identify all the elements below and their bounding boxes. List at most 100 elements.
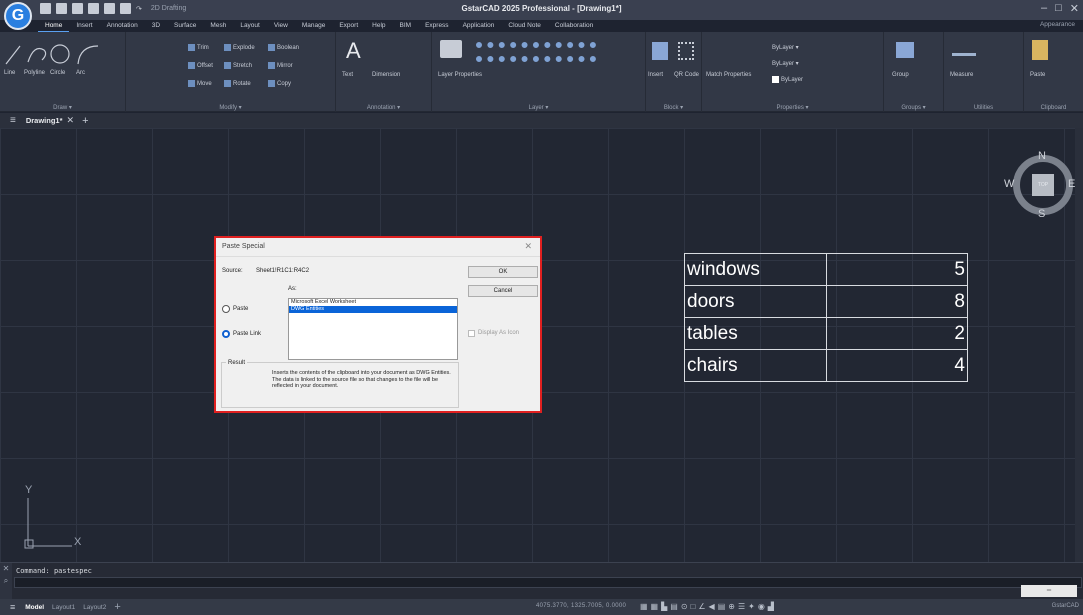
- dimension-tool[interactable]: Dimension: [372, 72, 400, 78]
- workspace-selector[interactable]: 2D Drafting: [151, 5, 186, 12]
- stretch-tool[interactable]: Stretch: [224, 62, 252, 69]
- tab-application[interactable]: Application: [456, 20, 502, 32]
- command-scroll-button[interactable]: ═: [1021, 585, 1077, 597]
- insert-tool[interactable]: Insert: [648, 72, 663, 78]
- paste-as-listbox[interactable]: Microsoft Excel Worksheet DWG Entities: [288, 298, 458, 360]
- trim-tool[interactable]: Trim: [188, 44, 209, 51]
- arc-tool[interactable]: Arc: [76, 70, 85, 76]
- tab-surface[interactable]: Surface: [167, 20, 203, 32]
- new-tab-button[interactable]: +: [82, 115, 88, 127]
- tab-express[interactable]: Express: [418, 20, 455, 32]
- panel-modify: Trim Explode Boolean Offset Stretch Mirr…: [126, 32, 336, 112]
- lineweight-dropdown[interactable]: ByLayer: [772, 76, 803, 83]
- display-as-icon-checkbox[interactable]: [468, 330, 475, 337]
- open-icon[interactable]: [56, 3, 67, 14]
- new-icon[interactable]: [40, 3, 51, 14]
- menu-icon[interactable]: ≡: [10, 115, 16, 126]
- inventory-table[interactable]: windows 5 doors 8 tables 2 chairs 4: [684, 253, 968, 382]
- groups-panel-label[interactable]: Groups ▾: [884, 104, 943, 111]
- paste-link-radio[interactable]: [222, 330, 230, 338]
- print-icon[interactable]: [104, 3, 115, 14]
- paste-tool[interactable]: Paste: [1030, 72, 1045, 78]
- block-panel-label[interactable]: Block ▾: [646, 104, 701, 111]
- document-tab[interactable]: Drawing1*: [26, 116, 63, 125]
- table-row: windows 5: [684, 253, 968, 286]
- tab-collaboration[interactable]: Collaboration: [548, 20, 600, 32]
- tab-cloud-note[interactable]: Cloud Note: [501, 20, 548, 32]
- color-dropdown[interactable]: ByLayer ▾: [772, 44, 799, 51]
- ok-button[interactable]: OK: [468, 266, 538, 278]
- clipboard-panel-label[interactable]: Clipboard: [1024, 105, 1083, 111]
- minimize-button[interactable]: –: [1041, 2, 1047, 15]
- line-tool[interactable]: Line: [4, 70, 15, 76]
- group-tool[interactable]: Group: [892, 72, 909, 78]
- title-bar: G ↷ 2D Drafting GstarCAD 2025 Profession…: [0, 0, 1083, 30]
- tab-layout[interactable]: Layout: [233, 20, 267, 32]
- drafting-toggles[interactable]: ▦▦▙▤⊙□∠◀▤⊕☰✦◉▟: [640, 602, 777, 611]
- tab-help[interactable]: Help: [365, 20, 392, 32]
- cancel-button[interactable]: Cancel: [468, 285, 538, 297]
- layout-tab-model[interactable]: Model: [25, 604, 44, 611]
- command-window-handle[interactable]: ✕ ⌕: [0, 563, 12, 600]
- redo-icon[interactable]: ↷: [136, 5, 142, 13]
- boolean-tool[interactable]: Boolean: [268, 44, 299, 51]
- linetype-dropdown[interactable]: ByLayer ▾: [772, 60, 799, 67]
- mirror-tool[interactable]: Mirror: [268, 62, 293, 69]
- coordinate-readout[interactable]: 4075.3770, 1325.7005, 0.0000: [536, 603, 626, 609]
- layout-tab-layout2[interactable]: Layout2: [83, 604, 106, 611]
- tab-bim[interactable]: BIM: [393, 20, 419, 32]
- viewcube-top-face[interactable]: TOP: [1032, 174, 1054, 196]
- compass-west[interactable]: W: [1004, 178, 1014, 190]
- qr-code-tool[interactable]: QR Code: [674, 72, 699, 78]
- list-item[interactable]: Microsoft Excel Worksheet: [289, 299, 457, 306]
- list-item-selected[interactable]: DWG Entities: [289, 306, 457, 313]
- viewcube[interactable]: TOP N S E W: [1004, 150, 1078, 220]
- polyline-tool[interactable]: Polyline: [24, 70, 45, 76]
- save-icon[interactable]: [72, 3, 83, 14]
- app-logo-icon[interactable]: G: [4, 2, 32, 30]
- compass-east[interactable]: E: [1068, 178, 1075, 190]
- undo-icon[interactable]: [120, 3, 131, 14]
- utilities-panel-label[interactable]: Utilities: [944, 105, 1023, 111]
- offset-tool[interactable]: Offset: [188, 62, 213, 69]
- layer-panel-label[interactable]: Layer ▾: [432, 104, 645, 111]
- layer-properties-tool[interactable]: Layer Properties: [438, 72, 482, 78]
- draw-panel-label[interactable]: Draw ▾: [0, 104, 125, 111]
- table-cell-name: chairs: [684, 349, 827, 382]
- modify-panel-label[interactable]: Modify ▾: [126, 104, 335, 111]
- compass-north[interactable]: N: [1038, 150, 1046, 162]
- circle-tool[interactable]: Circle: [50, 70, 65, 76]
- move-tool[interactable]: Move: [188, 80, 212, 87]
- compass-south[interactable]: S: [1038, 208, 1045, 220]
- explode-tool[interactable]: Explode: [224, 44, 255, 51]
- save-as-icon[interactable]: [88, 3, 99, 14]
- tab-home[interactable]: Home: [38, 20, 70, 32]
- layout-tab-layout1[interactable]: Layout1: [52, 604, 75, 611]
- text-icon[interactable]: A: [346, 38, 361, 64]
- text-tool[interactable]: Text: [342, 72, 353, 78]
- tab-export[interactable]: Export: [332, 20, 365, 32]
- draw-icons: [5, 44, 99, 65]
- tab-manage[interactable]: Manage: [295, 20, 333, 32]
- tab-annotation[interactable]: Annotation: [100, 20, 145, 32]
- status-menu-icon[interactable]: ≡: [10, 602, 15, 612]
- annotation-panel-label[interactable]: Annotation ▾: [336, 104, 431, 111]
- command-input[interactable]: [14, 577, 1082, 588]
- tab-mesh[interactable]: Mesh: [203, 20, 233, 32]
- measure-tool[interactable]: Measure: [950, 72, 973, 78]
- copy-tool[interactable]: Copy: [268, 80, 291, 87]
- match-properties-tool[interactable]: Match Properties: [706, 72, 751, 78]
- tab-insert[interactable]: Insert: [69, 20, 99, 32]
- maximize-button[interactable]: □: [1055, 2, 1062, 15]
- add-layout-button[interactable]: +: [114, 601, 120, 613]
- paste-radio[interactable]: [222, 305, 230, 313]
- rotate-tool[interactable]: Rotate: [224, 80, 251, 87]
- tab-view[interactable]: View: [267, 20, 295, 32]
- paste-special-dialog: Paste Special ✕ Source: Sheet1!R1C1:R4C2…: [214, 236, 542, 413]
- tab-3d[interactable]: 3D: [145, 20, 167, 32]
- properties-panel-label[interactable]: Properties ▾: [702, 104, 883, 111]
- close-button[interactable]: ✕: [1070, 2, 1079, 15]
- close-tab-icon[interactable]: ✕: [67, 115, 75, 126]
- appearance-menu[interactable]: Appearance: [1040, 21, 1075, 28]
- dialog-close-icon[interactable]: ✕: [524, 241, 532, 252]
